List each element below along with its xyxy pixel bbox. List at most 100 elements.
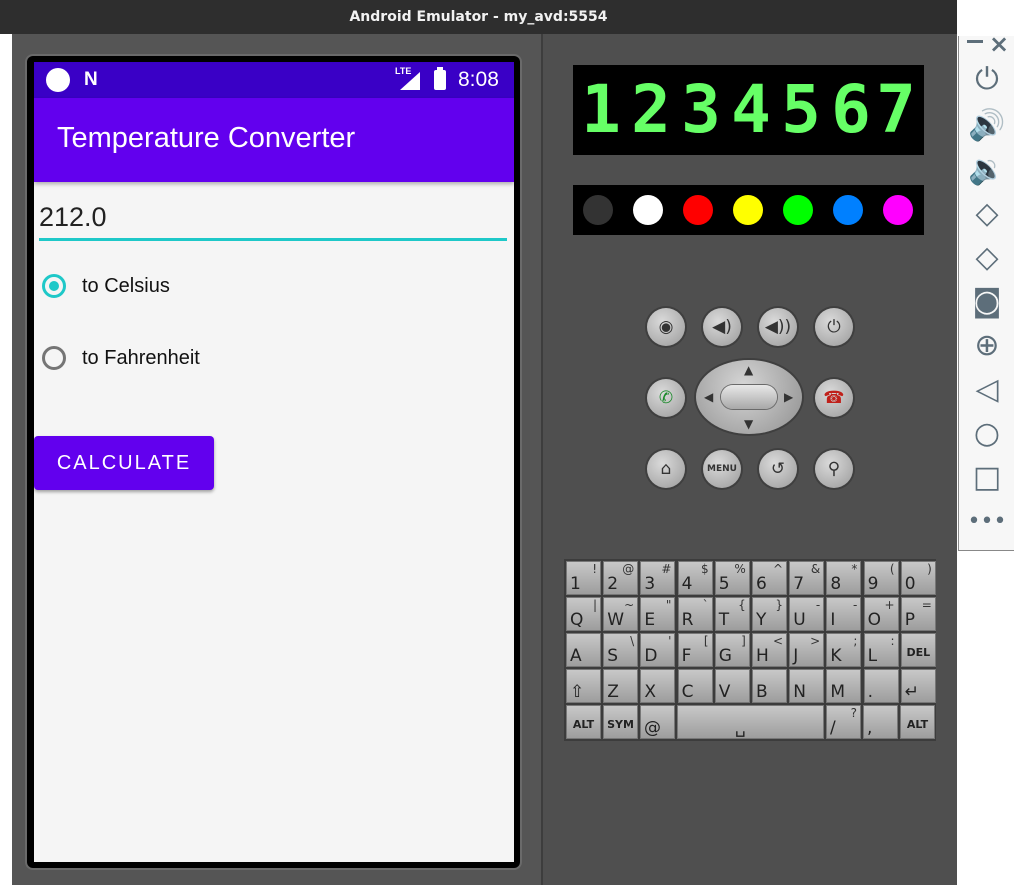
key-row5-6[interactable]: ALT — [900, 705, 935, 739]
key-row2-7[interactable]: I- — [826, 597, 862, 631]
screenshot-icon[interactable]: ◙ — [967, 284, 1007, 320]
key-row3-3[interactable]: F[ — [677, 633, 713, 667]
key-row4-1[interactable]: Z — [603, 669, 639, 703]
key-row2-8[interactable]: O + — [863, 597, 899, 631]
key-row5-3[interactable]: ␣ — [677, 705, 824, 739]
key-main-label: 6 — [756, 574, 767, 594]
key-row2-6[interactable]: U- — [789, 597, 825, 631]
key-row4-7[interactable]: M — [826, 669, 862, 703]
radio-to-celsius[interactable]: to Celsius — [42, 268, 170, 304]
key-row1-3[interactable]: 4 $ — [677, 561, 713, 595]
dpad-up-icon[interactable]: ▲ — [744, 363, 753, 377]
menu-button[interactable]: MENU — [703, 450, 741, 488]
temperature-input[interactable] — [39, 196, 507, 241]
key-main-label: N — [793, 682, 806, 702]
key-row1-2[interactable]: 3 # — [640, 561, 676, 595]
camera-icon[interactable]: ◉ — [647, 308, 685, 346]
segment-digit: 2 — [631, 71, 671, 148]
key-row1-1[interactable]: 2 @ — [603, 561, 639, 595]
key-main-label: X — [644, 682, 657, 702]
key-row4-5[interactable]: B — [752, 669, 787, 703]
key-alt-label: ' — [668, 634, 672, 648]
end-call-icon[interactable]: ☎ — [815, 379, 853, 417]
overview-icon[interactable]: □ — [967, 460, 1007, 496]
zoom-icon[interactable]: ⊕ — [967, 328, 1007, 364]
key-row1-5[interactable]: 6 ^ — [752, 561, 787, 595]
dpad-left-icon[interactable]: ◀ — [704, 390, 713, 404]
key-row1-9[interactable]: 0) — [900, 561, 936, 595]
key-row2-3[interactable]: R ` — [677, 597, 713, 631]
volume-up-icon[interactable]: ◀)) — [759, 308, 797, 346]
power-icon[interactable]: ⏻ — [815, 308, 853, 346]
key-row3-8[interactable]: L: — [863, 633, 899, 667]
calculate-button[interactable]: CALCULATE — [34, 436, 214, 490]
key-main-label: L — [867, 646, 878, 666]
key-row5-5[interactable]: , — [863, 705, 898, 739]
radio-to-fahrenheit[interactable]: to Fahrenheit — [42, 340, 200, 376]
search-icon[interactable]: ⚲ — [815, 450, 853, 488]
volume-down-icon[interactable]: 🔉 — [967, 152, 1007, 188]
key-main-label: U — [793, 610, 806, 630]
key-row2-0[interactable]: Q | — [566, 597, 601, 631]
radio-unchecked-icon[interactable] — [42, 346, 66, 370]
volume-down-icon[interactable]: ◀) — [703, 308, 741, 346]
key-row4-8[interactable]: . — [863, 669, 899, 703]
key-row2-9[interactable]: P = — [900, 597, 936, 631]
key-row1-4[interactable]: 5% — [714, 561, 750, 595]
key-row3-4[interactable]: G] — [714, 633, 750, 667]
key-row5-4[interactable]: /? — [826, 705, 861, 739]
device-screen[interactable]: N LTE 8:08 Temperature Converter to Cels… — [34, 62, 514, 862]
key-row3-9[interactable]: DEL — [900, 633, 936, 667]
key-row5-0[interactable]: ALT — [566, 705, 601, 739]
notification-circle-icon — [46, 68, 70, 92]
key-row3-6[interactable]: J > — [789, 633, 825, 667]
color-dot — [883, 195, 913, 225]
key-row3-7[interactable]: K; — [826, 633, 862, 667]
back-icon[interactable]: ↺ — [759, 450, 797, 488]
key-alt-label: < — [772, 634, 783, 648]
radio-checked-icon[interactable] — [42, 274, 66, 298]
key-row4-4[interactable]: V — [714, 669, 750, 703]
more-icon[interactable]: ••• — [967, 504, 1007, 540]
key-row2-5[interactable]: Y} — [752, 597, 787, 631]
key-row2-4[interactable]: T{ — [714, 597, 750, 631]
dpad[interactable]: ▲ ▼ ◀ ▶ — [696, 360, 802, 434]
key-row3-1[interactable]: S \ — [603, 633, 639, 667]
key-row4-2[interactable]: X — [640, 669, 676, 703]
back-icon[interactable]: ◁ — [967, 372, 1007, 408]
key-row4-9[interactable]: ↵ — [900, 669, 936, 703]
key-row1-0[interactable]: 1! — [566, 561, 601, 595]
rotate-left-icon[interactable]: ◇ — [967, 196, 1007, 232]
segment-digit: 4 — [731, 71, 771, 148]
key-alt-label: ) — [927, 562, 932, 576]
dpad-right-icon[interactable]: ▶ — [784, 390, 793, 404]
key-row3-2[interactable]: D ' — [640, 633, 676, 667]
key-row1-7[interactable]: 8 * — [826, 561, 862, 595]
battery-icon — [434, 67, 446, 90]
key-row4-3[interactable]: C — [677, 669, 713, 703]
key-alt-label: ^ — [772, 562, 783, 576]
key-row1-8[interactable]: 9( — [863, 561, 899, 595]
home-icon[interactable]: ○ — [967, 416, 1007, 452]
key-row5-1[interactable]: SYM — [603, 705, 638, 739]
key-row3-0[interactable]: A — [566, 633, 601, 667]
home-icon[interactable]: ⌂ — [647, 450, 685, 488]
close-icon[interactable]: × — [989, 30, 1009, 58]
key-row1-6[interactable]: 7 & — [789, 561, 825, 595]
power-icon[interactable]: ⏻ — [967, 62, 1007, 98]
key-main-label: ALT — [906, 718, 929, 731]
dpad-center-button[interactable] — [721, 385, 777, 409]
key-row5-2[interactable]: @ — [640, 705, 675, 739]
call-icon[interactable]: ✆ — [647, 379, 685, 417]
key-row2-2[interactable]: E " — [640, 597, 676, 631]
key-row4-6[interactable]: N — [789, 669, 825, 703]
dpad-down-icon[interactable]: ▼ — [744, 417, 753, 431]
minimize-icon[interactable] — [967, 40, 983, 43]
key-alt-label: : — [890, 634, 895, 648]
color-dot — [783, 195, 813, 225]
key-row3-5[interactable]: H < — [752, 633, 787, 667]
volume-up-icon[interactable]: 🔊 — [967, 108, 1007, 144]
rotate-right-icon[interactable]: ◇ — [967, 240, 1007, 276]
key-row2-1[interactable]: W ~ — [603, 597, 639, 631]
key-row4-0[interactable]: ⇧ — [566, 669, 601, 703]
